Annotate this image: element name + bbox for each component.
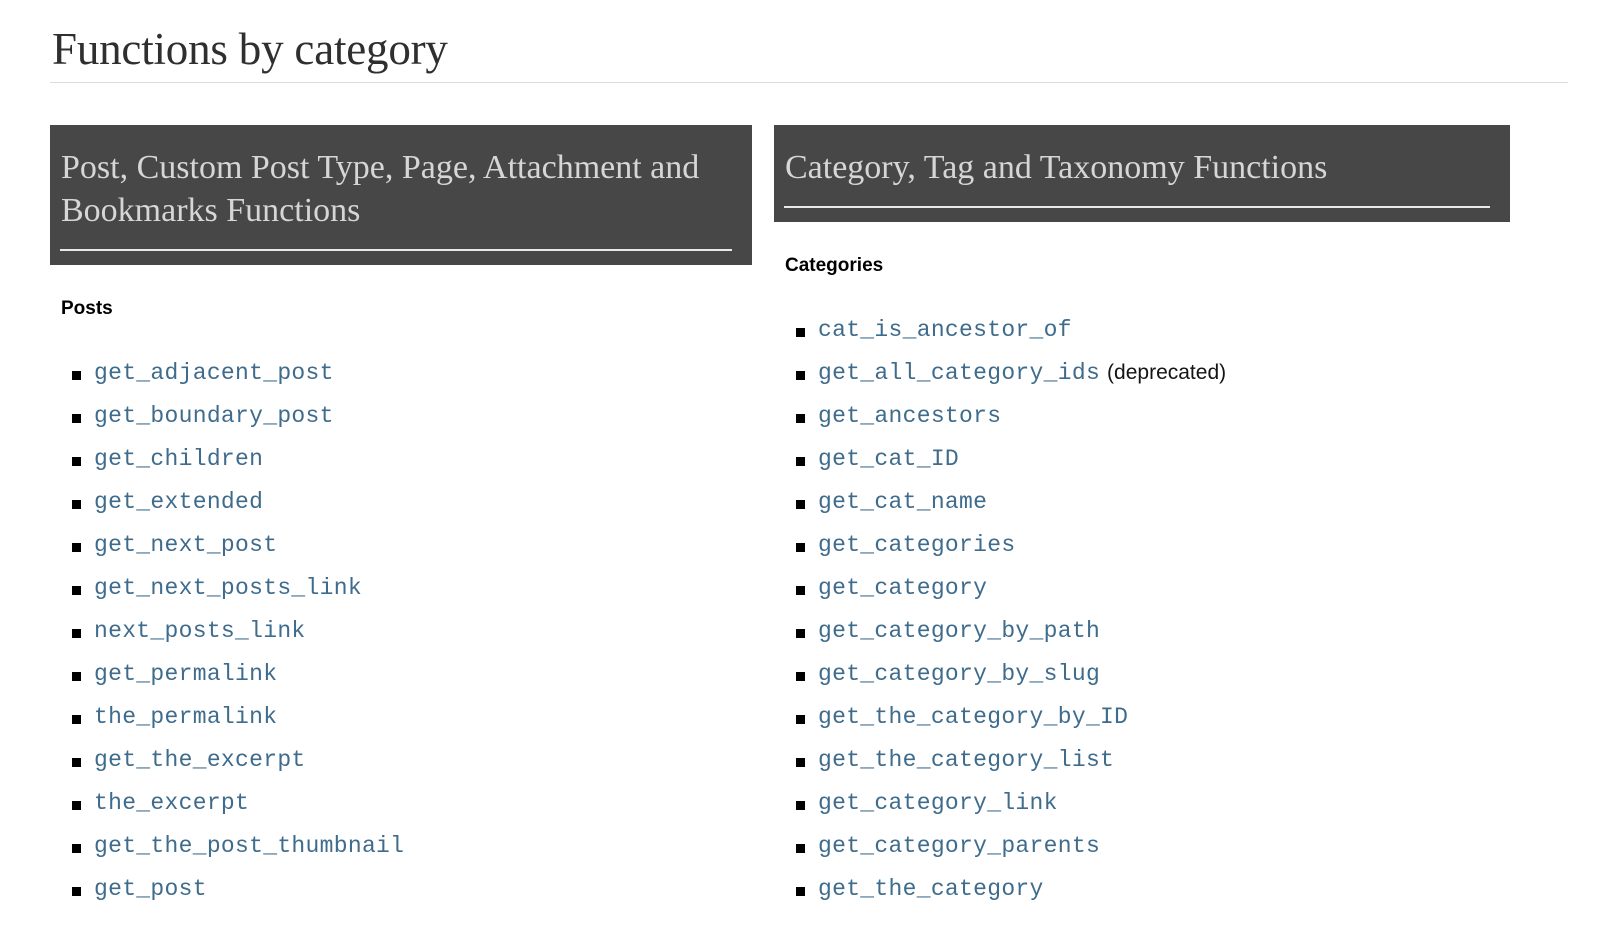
function-link[interactable]: get_permalink <box>94 661 277 687</box>
list-item: get_the_category <box>774 878 1510 901</box>
function-link[interactable]: get_category_by_path <box>818 618 1100 644</box>
section-header-taxonomy-functions: Category, Tag and Taxonomy Functions <box>774 125 1510 223</box>
list-item: get_cat_ID <box>774 448 1510 471</box>
section-header-underline <box>784 206 1490 209</box>
list-item: get_children <box>50 448 752 471</box>
title-divider <box>50 82 1568 84</box>
function-list-categories: cat_is_ancestor_of get_all_category_ids (d… <box>774 277 1510 901</box>
function-link[interactable]: the_permalink <box>94 704 277 730</box>
function-link[interactable]: get_category_by_slug <box>818 661 1100 687</box>
section-header-underline <box>60 249 732 252</box>
list-item: the_excerpt <box>50 792 752 815</box>
page-title: Functions by category <box>52 24 448 74</box>
list-item: get_boundary_post <box>50 405 752 428</box>
sub-heading-posts: Posts <box>61 298 113 320</box>
function-link[interactable]: next_posts_link <box>94 618 306 644</box>
function-link[interactable]: get_category <box>818 575 987 601</box>
list-item: get_permalink <box>50 663 752 686</box>
function-link[interactable]: get_category_link <box>818 790 1058 816</box>
section-header-title: Category, Tag and Taxonomy Functions <box>785 149 1328 187</box>
function-link[interactable]: get_boundary_post <box>94 403 334 429</box>
function-link[interactable]: get_next_post <box>94 532 277 558</box>
list-item: the_permalink <box>50 706 752 729</box>
list-item: get_next_posts_link <box>50 577 752 600</box>
list-item: next_posts_link <box>50 620 752 643</box>
list-item: get_next_post <box>50 534 752 557</box>
list-item: get_post <box>50 878 752 901</box>
section-header-post-functions: Post, Custom Post Type, Page, Attachment… <box>50 125 752 266</box>
page-header: Functions by category <box>0 0 1618 84</box>
function-link[interactable]: the_excerpt <box>94 790 249 816</box>
list-item: get_category <box>774 577 1510 600</box>
list-item: get_ancestors <box>774 405 1510 428</box>
list-item: cat_is_ancestor_of <box>774 319 1510 342</box>
function-link[interactable]: get_cat_ID <box>818 446 959 472</box>
list-item: get_category_by_path <box>774 620 1510 643</box>
function-link[interactable]: get_next_posts_link <box>94 575 362 601</box>
section-header-title: Post, Custom Post Type, Page, Attachment… <box>61 149 700 230</box>
function-link[interactable]: get_ancestors <box>818 403 1001 429</box>
function-link[interactable]: get_the_category_by_ID <box>818 704 1128 730</box>
list-item: get_category_link <box>774 792 1510 815</box>
function-link[interactable]: get_the_post_thumbnail <box>94 833 404 859</box>
function-link[interactable]: get_children <box>94 446 263 472</box>
deprecated-note: (deprecated) <box>1107 361 1227 385</box>
list-item: get_category_parents <box>774 835 1510 858</box>
function-link[interactable]: get_the_category_list <box>818 747 1114 773</box>
section-post-functions: Post, Custom Post Type, Page, Attachment… <box>50 125 752 921</box>
function-link[interactable]: get_the_category <box>818 876 1044 902</box>
list-item: get_extended <box>50 491 752 514</box>
function-link[interactable]: get_extended <box>94 489 263 515</box>
sub-heading-categories: Categories <box>785 255 884 277</box>
list-item: get_cat_name <box>774 491 1510 514</box>
list-item: get_category_by_slug <box>774 663 1510 686</box>
list-item: get_adjacent_post <box>50 362 752 385</box>
list-item: get_the_category_list <box>774 749 1510 772</box>
function-list-posts: get_adjacent_post get_boundary_post get_ch… <box>50 320 752 901</box>
section-columns: Post, Custom Post Type, Page, Attachment… <box>0 125 1618 921</box>
function-link[interactable]: get_cat_name <box>818 489 987 515</box>
function-link[interactable]: get_adjacent_post <box>94 360 334 386</box>
list-item: get_the_excerpt <box>50 749 752 772</box>
section-taxonomy-functions: Category, Tag and Taxonomy Functions Cat… <box>774 125 1510 921</box>
function-link[interactable]: get_the_excerpt <box>94 747 306 773</box>
list-item: get_the_category_by_ID <box>774 706 1510 729</box>
function-link[interactable]: get_all_category_ids <box>818 360 1100 386</box>
function-link[interactable]: get_category_parents <box>818 833 1100 859</box>
function-link[interactable]: get_post <box>94 876 207 902</box>
function-link[interactable]: get_categories <box>818 532 1015 558</box>
list-item: get_the_post_thumbnail <box>50 835 752 858</box>
list-item: get_all_category_ids (deprecated) <box>774 362 1510 385</box>
function-link[interactable]: cat_is_ancestor_of <box>818 317 1072 343</box>
list-item: get_categories <box>774 534 1510 557</box>
